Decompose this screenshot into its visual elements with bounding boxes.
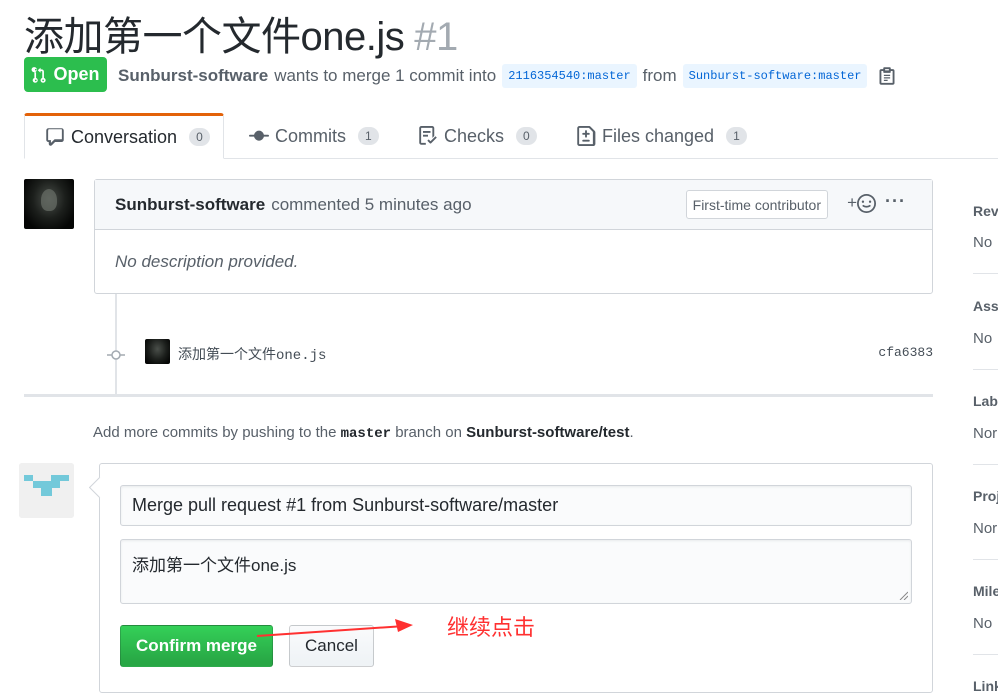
sidebar-divider <box>973 369 998 370</box>
page-title: 添加第一个文件one.js #1 <box>24 4 458 62</box>
status-badge: Open <box>24 57 107 92</box>
push-info-branch: master <box>340 426 392 442</box>
comment-icon <box>46 128 64 146</box>
pr-title-text: 添加第一个文件one.js <box>24 15 405 59</box>
push-info-prefix: Add more commits by pushing to the <box>93 424 337 441</box>
tab-commits[interactable]: Commits 1 <box>249 113 379 159</box>
tab-files-count: 1 <box>726 127 747 145</box>
sidebar-divider <box>973 559 998 560</box>
sidebar-projects-heading[interactable]: Proj <box>973 488 998 504</box>
more-options-icon[interactable]: ··· <box>885 191 906 212</box>
sidebar-projects-value: Nor <box>973 520 998 537</box>
contributor-badge: First-time contributor <box>685 190 828 219</box>
sidebar-assignees-heading[interactable]: Assi <box>973 298 998 314</box>
sidebar-divider <box>973 464 998 465</box>
timeline-line <box>115 294 117 394</box>
pull-request-icon <box>32 66 47 83</box>
tab-checks-count: 0 <box>516 127 537 145</box>
clipboard-icon[interactable] <box>877 66 897 86</box>
checklist-icon <box>419 126 437 145</box>
file-diff-icon <box>577 126 596 146</box>
add-reaction-button[interactable]: + <box>847 193 876 213</box>
push-info-repo: Sunburst-software/test <box>466 424 630 441</box>
smiley-icon <box>857 193 876 213</box>
tab-conversation-count: 0 <box>189 128 210 146</box>
avatar[interactable] <box>24 179 74 229</box>
from-text: from <box>642 66 677 85</box>
comment-author[interactable]: Sunburst-software <box>115 195 265 215</box>
pr-author-link[interactable]: Sunburst-software <box>118 66 268 86</box>
timeline-divider <box>24 394 933 397</box>
pr-number: #1 <box>414 15 458 59</box>
tab-files-changed[interactable]: Files changed 1 <box>576 113 747 159</box>
tab-checks[interactable]: Checks 0 <box>418 113 537 159</box>
head-branch[interactable]: Sunburst-software:master <box>682 64 868 88</box>
tab-commits-count: 1 <box>358 127 379 145</box>
base-branch[interactable]: 2116354540:master <box>502 64 637 88</box>
sidebar-divider <box>973 654 998 655</box>
push-info: Add more commits by pushing to the maste… <box>93 424 634 442</box>
merge-description-textarea[interactable]: 添加第一个文件one.js <box>120 539 912 604</box>
sidebar-assignees-value: No <box>973 330 993 347</box>
merge-description-value: 添加第一个文件one.js <box>132 556 297 575</box>
tab-conversation-label: Conversation <box>71 126 178 147</box>
sidebar-divider <box>973 273 998 274</box>
sidebar-reviewers-heading[interactable]: Rev <box>973 203 998 219</box>
tab-checks-label: Checks <box>444 125 505 146</box>
sidebar-labels-value: Nor <box>973 425 998 442</box>
comment-body: No description provided. <box>115 252 299 271</box>
tab-commits-label: Commits <box>275 125 346 146</box>
resize-handle-icon[interactable] <box>898 590 908 600</box>
merge-title-input[interactable]: Merge pull request #1 from Sunburst-soft… <box>120 485 912 526</box>
push-info-middle: branch on <box>395 424 462 441</box>
sidebar-milestone-heading[interactable]: Mile <box>973 583 998 599</box>
commit-icon <box>249 130 269 141</box>
pr-meta: Sunburst-software wants to merge 1 commi… <box>118 64 897 88</box>
commit-avatar[interactable] <box>145 339 170 364</box>
annotation-arrow-icon <box>256 619 413 637</box>
commit-sha[interactable]: cfa6383 <box>878 345 933 360</box>
confirm-merge-button[interactable]: Confirm merge <box>120 625 273 667</box>
status-label: Open <box>53 64 100 84</box>
tab-conversation[interactable]: Conversation 0 <box>24 113 224 159</box>
comment-header: Sunburst-software commented 5 minutes ag… <box>95 180 932 230</box>
comment-timestamp: commented 5 minutes ago <box>271 194 472 214</box>
commit-message[interactable]: 添加第一个文件one.js <box>178 344 326 364</box>
sidebar-milestone-value: No <box>973 615 993 632</box>
identicon-avatar <box>19 463 74 518</box>
tab-files-label: Files changed <box>602 125 715 146</box>
sidebar-linked-heading[interactable]: Link <box>973 678 998 693</box>
sidebar-labels-heading[interactable]: Labe <box>973 393 998 409</box>
push-info-suffix: . <box>629 424 634 441</box>
merge-text: wants to merge 1 commit into <box>274 66 497 85</box>
sidebar-reviewers-value: No <box>973 234 993 251</box>
commit-node-icon <box>107 350 125 360</box>
comment-box: Sunburst-software commented 5 minutes ag… <box>94 179 933 294</box>
annotation-text: 继续点击 <box>447 615 536 640</box>
